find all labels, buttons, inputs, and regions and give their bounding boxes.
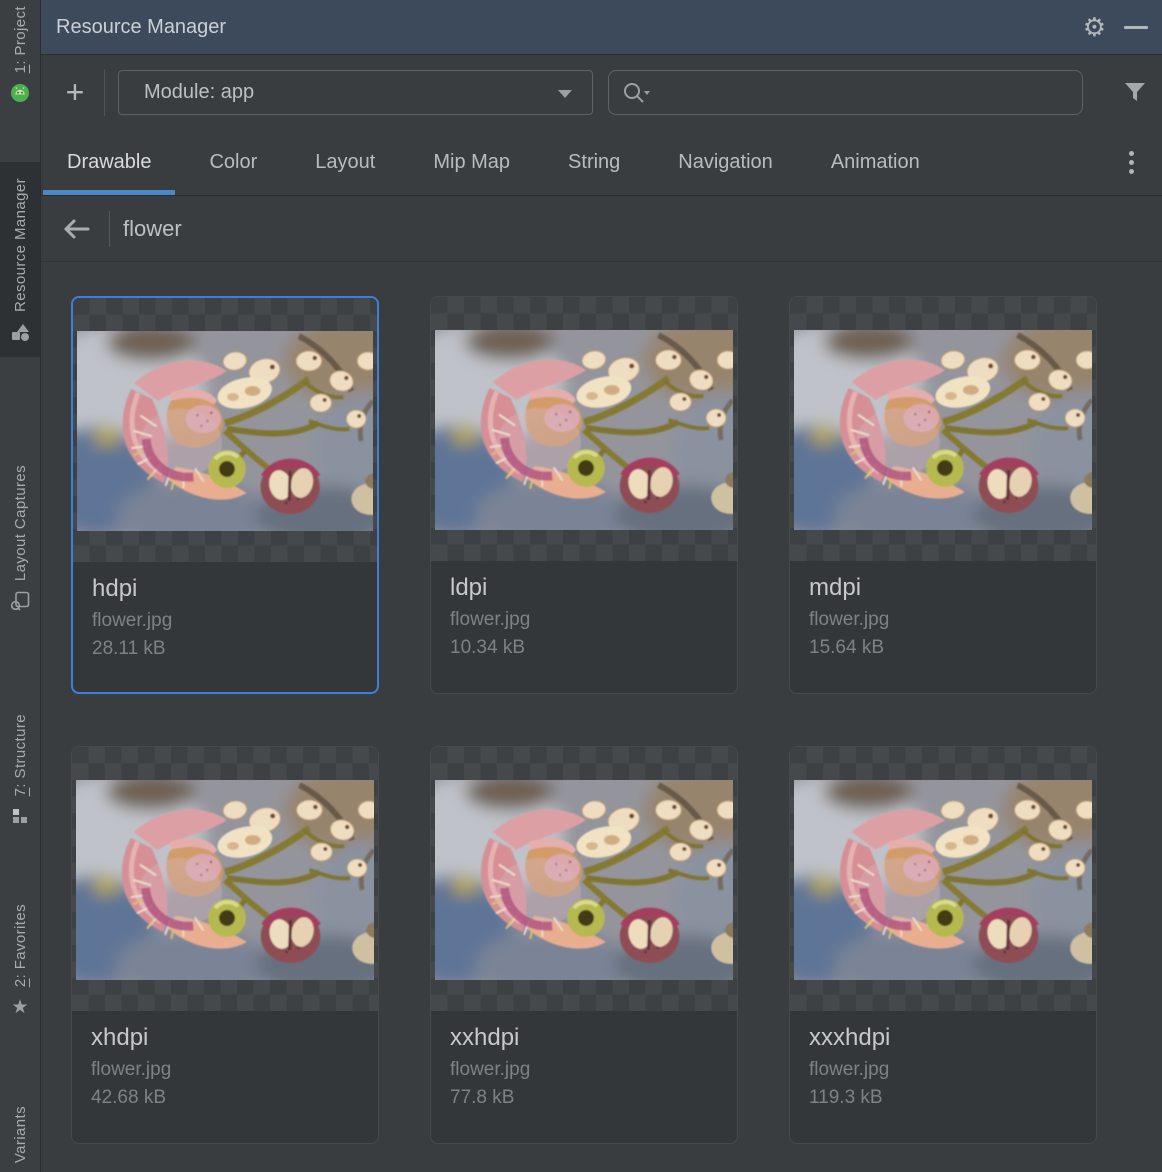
resource-name: mdpi	[809, 574, 1077, 602]
resource-card-xhdpi[interactable]: xhdpi flower.jpg 42.68 kB	[71, 746, 379, 1144]
tab-string[interactable]: String	[544, 130, 644, 195]
tab-mipmap[interactable]: Mip Map	[409, 130, 534, 195]
card-meta: mdpi flower.jpg 15.64 kB	[790, 561, 1096, 659]
resource-size: 42.68 kB	[91, 1087, 359, 1109]
resource-filename: flower.jpg	[450, 609, 718, 631]
sidebar-item-structure[interactable]: 7: Structure	[0, 708, 40, 835]
gear-icon[interactable]: ⚙	[1083, 0, 1106, 54]
resource-name: xhdpi	[91, 1024, 359, 1052]
search-icon	[622, 81, 652, 107]
card-meta: ldpi flower.jpg 10.34 kB	[431, 561, 737, 659]
panel-title: Resource Manager	[56, 0, 226, 54]
flower-image	[794, 330, 1092, 530]
thumbnail	[790, 747, 1096, 1011]
resource-filename: flower.jpg	[809, 1059, 1077, 1081]
sidebar-item-label: Variants	[12, 1106, 29, 1163]
resource-size: 15.64 kB	[809, 637, 1077, 659]
resource-grid-area: hdpi flower.jpg 28.11 kB ldpi flower.jpg…	[41, 262, 1162, 1172]
resource-size: 77.8 kB	[450, 1087, 718, 1109]
resource-grid: hdpi flower.jpg 28.11 kB ldpi flower.jpg…	[71, 296, 1097, 1144]
resource-name: ldpi	[450, 574, 718, 602]
sidebar-item-variants[interactable]: Variants	[0, 1106, 40, 1163]
star-icon: ★	[9, 996, 31, 1018]
tab-navigation[interactable]: Navigation	[654, 130, 797, 195]
resource-name: xxhdpi	[450, 1024, 718, 1052]
resource-name: hdpi	[92, 575, 358, 603]
flower-image	[76, 780, 374, 980]
resource-card-xxxhdpi[interactable]: xxxhdpi flower.jpg 119.3 kB	[789, 746, 1097, 1144]
resource-manager-main: Resource Manager ⚙ + Module: app Drawabl…	[41, 0, 1162, 1172]
toolbar-divider	[104, 69, 105, 116]
sidebar-item-label: Layout Captures	[12, 465, 29, 581]
resource-filename: flower.jpg	[92, 610, 358, 632]
card-meta: xxxhdpi flower.jpg 119.3 kB	[790, 1011, 1096, 1109]
tool-window-sidebar: 1: Project Resource Manager Layout Captu…	[0, 0, 41, 1172]
resource-filename: flower.jpg	[450, 1059, 718, 1081]
resource-name: xxxhdpi	[809, 1024, 1077, 1052]
card-meta: xhdpi flower.jpg 42.68 kB	[72, 1011, 378, 1109]
tab-drawable[interactable]: Drawable	[43, 130, 175, 195]
sidebar-item-label: Resource Manager	[12, 178, 29, 312]
structure-icon	[9, 805, 31, 827]
module-select[interactable]: Module: app	[118, 70, 593, 115]
filter-icon[interactable]	[1123, 81, 1147, 108]
search-input[interactable]	[661, 73, 1074, 112]
resource-type-tabs: Drawable Color Layout Mip Map String Nav…	[41, 130, 1162, 196]
panel-titlebar: Resource Manager ⚙	[41, 0, 1162, 55]
sidebar-item-favorites[interactable]: 2: Favorites ★	[0, 898, 40, 1026]
resource-size: 28.11 kB	[92, 638, 358, 660]
thumbnail	[73, 298, 377, 562]
flower-image	[435, 780, 733, 980]
sidebar-item-layout-captures[interactable]: Layout Captures	[0, 455, 40, 620]
flower-image	[435, 330, 733, 530]
card-meta: xxhdpi flower.jpg 77.8 kB	[431, 1011, 737, 1109]
thumbnail	[431, 747, 737, 1011]
resource-card-ldpi[interactable]: ldpi flower.jpg 10.34 kB	[430, 296, 738, 694]
card-meta: hdpi flower.jpg 28.11 kB	[73, 562, 377, 660]
sidebar-item-label: 1: Project	[12, 6, 29, 73]
module-select-value: Module: app	[144, 71, 254, 114]
tab-layout[interactable]: Layout	[291, 130, 399, 195]
resource-filename: flower.jpg	[809, 609, 1077, 631]
thumbnail	[72, 747, 378, 1011]
sidebar-item-resource-manager[interactable]: Resource Manager	[0, 162, 40, 357]
resource-toolbar: + Module: app	[41, 55, 1162, 130]
thumbnail	[431, 297, 737, 561]
resource-card-mdpi[interactable]: mdpi flower.jpg 15.64 kB	[789, 296, 1097, 694]
flower-image	[77, 331, 373, 531]
minimize-icon[interactable]	[1124, 26, 1148, 29]
flower-image	[794, 780, 1092, 980]
breadcrumb: flower	[41, 196, 1162, 262]
shapes-icon	[9, 321, 31, 343]
tab-animation[interactable]: Animation	[807, 130, 944, 195]
thumbnail	[790, 297, 1096, 561]
tab-color[interactable]: Color	[185, 130, 281, 195]
resource-size: 119.3 kB	[809, 1087, 1077, 1109]
resource-filename: flower.jpg	[91, 1059, 359, 1081]
sidebar-item-label: 7: Structure	[12, 714, 29, 796]
back-arrow-icon[interactable]	[60, 217, 92, 241]
resource-card-xxhdpi[interactable]: xxhdpi flower.jpg 77.8 kB	[430, 746, 738, 1144]
sidebar-item-label: 2: Favorites	[12, 904, 29, 987]
search-field	[608, 70, 1083, 115]
resource-card-hdpi[interactable]: hdpi flower.jpg 28.11 kB	[71, 296, 379, 694]
resource-manager-panel: 1: Project Resource Manager Layout Captu…	[0, 0, 1162, 1172]
resource-size: 10.34 kB	[450, 637, 718, 659]
breadcrumb-divider	[109, 211, 110, 247]
breadcrumb-current: flower	[123, 216, 182, 242]
add-resource-button[interactable]: +	[57, 55, 93, 130]
more-options-icon[interactable]	[1125, 147, 1138, 178]
sidebar-item-project[interactable]: 1: Project	[0, 2, 40, 110]
layout-inspector-icon	[9, 590, 31, 612]
chevron-down-icon	[558, 90, 572, 98]
android-icon	[9, 82, 31, 104]
